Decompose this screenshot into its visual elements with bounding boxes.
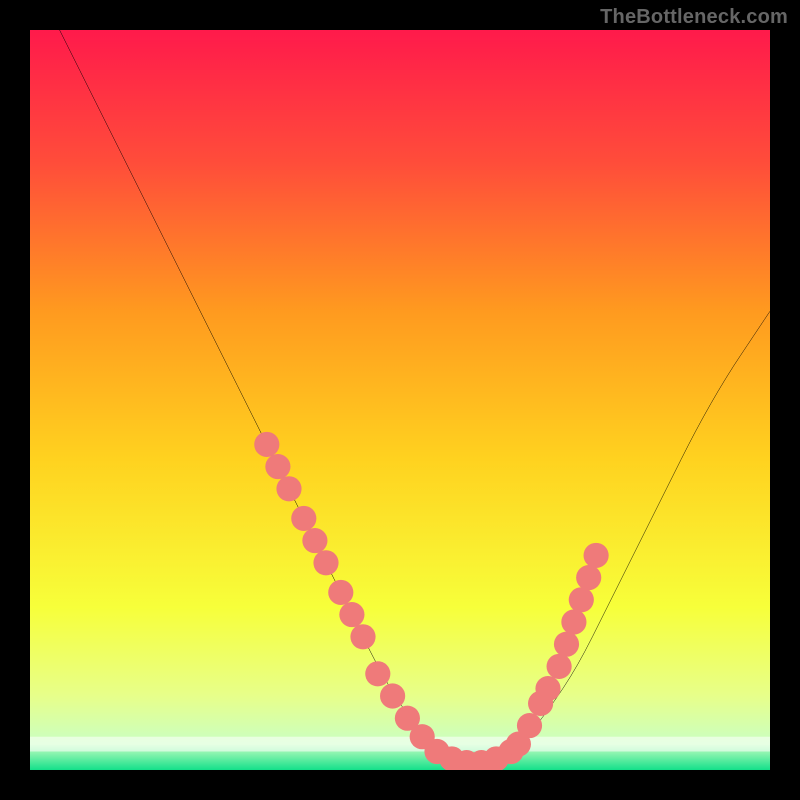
curve-marker [517,713,542,738]
curve-marker [584,543,609,568]
curve-marker [576,565,601,590]
curve-marker [547,654,572,679]
plot-area [30,30,770,770]
curve-marker [302,528,327,553]
watermark-label: TheBottleneck.com [600,6,788,29]
bottom-highlight-band [30,737,770,752]
curve-marker [554,632,579,657]
curve-marker [561,609,586,634]
curve-marker [313,550,338,575]
curve-marker [254,432,279,457]
curve-marker [276,476,301,501]
gradient-background [30,30,770,770]
chart-frame: TheBottleneck.com [0,0,800,800]
curve-marker [350,624,375,649]
curve-marker [291,506,316,531]
curve-marker [535,676,560,701]
curve-marker [380,683,405,708]
curve-marker [569,587,594,612]
curve-marker [328,580,353,605]
curve-marker [339,602,364,627]
plot-svg [30,30,770,770]
curve-marker [365,661,390,686]
curve-marker [265,454,290,479]
